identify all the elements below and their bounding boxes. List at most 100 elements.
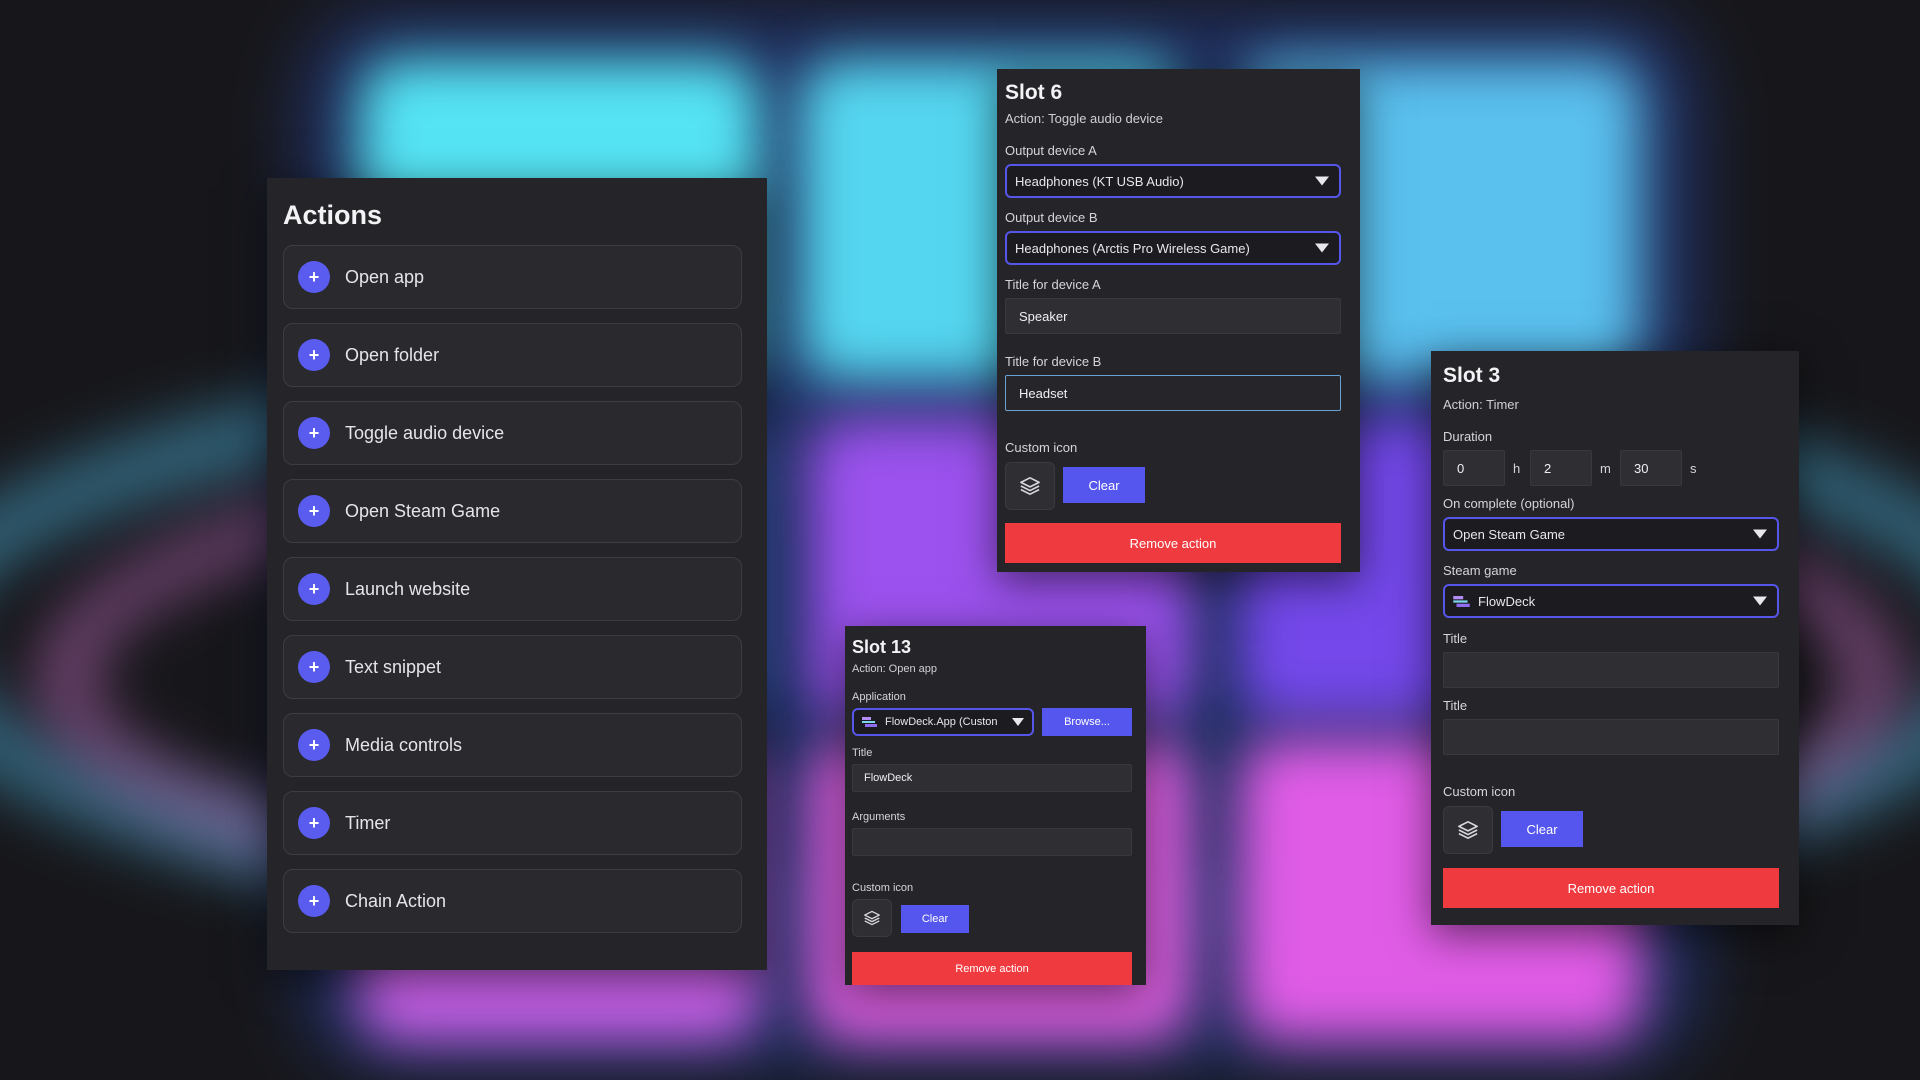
action-item[interactable]: + Toggle audio device	[283, 401, 742, 465]
slot13-action-subtitle: Action: Open app	[852, 663, 938, 675]
title-input[interactable]: FlowDeck	[852, 764, 1132, 792]
arguments-input[interactable]	[852, 828, 1132, 856]
on-complete-select[interactable]: Open Steam Game	[1443, 517, 1779, 551]
seconds-value: 30	[1634, 460, 1649, 476]
plus-icon: +	[298, 417, 330, 449]
on-complete-label: On complete (optional)	[1443, 496, 1575, 511]
slot6-action-subtitle: Action: Toggle audio device	[1005, 111, 1164, 126]
title-b-label: Title for device B	[1005, 354, 1102, 369]
remove-action-button[interactable]: Remove action	[1005, 523, 1341, 563]
slot6-panel: Slot 6 Action: Toggle audio device Outpu…	[997, 69, 1360, 572]
custom-icon-label: Custom icon	[1443, 784, 1516, 799]
output-a-select[interactable]: Headphones (KT USB Audio)	[1005, 164, 1341, 198]
actions-title: Actions	[283, 200, 383, 230]
flowdeck-logo-icon	[1453, 595, 1470, 607]
minutes-value: 2	[1544, 460, 1552, 476]
action-item-label: Open Steam Game	[345, 500, 501, 521]
hours-value: 0	[1457, 460, 1465, 476]
custom-icon-label: Custom icon	[852, 882, 914, 894]
actions-panel: Actions + Open app + Open folder + Toggle aud…	[267, 178, 767, 970]
plus-icon: +	[298, 651, 330, 683]
title-label-2: Title	[1443, 698, 1468, 713]
slot13-panel: Slot 13 Action: Open app Application Flo…	[845, 626, 1146, 985]
plus-icon: +	[298, 885, 330, 917]
actions-list: + Open app + Open folder + Toggle audio devic…	[275, 245, 759, 933]
plus-icon: +	[298, 573, 330, 605]
action-item-label: Open folder	[345, 344, 440, 365]
minutes-input[interactable]: 2	[1530, 450, 1592, 486]
flowdeck-logo-icon	[862, 717, 877, 727]
title-b-input[interactable]: Headset	[1005, 375, 1341, 411]
title-input-1[interactable]	[1443, 652, 1779, 688]
output-b-label: Output device B	[1005, 210, 1098, 225]
application-value: FlowDeck.App (Custon	[885, 716, 998, 728]
plus-icon: +	[298, 729, 330, 761]
arguments-label: Arguments	[852, 811, 906, 823]
steam-game-select[interactable]: FlowDeck	[1443, 584, 1779, 618]
slot3-action-subtitle: Action: Timer	[1443, 397, 1519, 412]
action-item[interactable]: + Open app	[283, 245, 742, 309]
clear-icon-button[interactable]: Clear	[1063, 467, 1145, 503]
output-b-select[interactable]: Headphones (Arctis Pro Wireless Game)	[1005, 231, 1341, 265]
steam-game-value: FlowDeck	[1478, 593, 1536, 609]
chevron-down-icon	[1753, 529, 1767, 539]
hours-input[interactable]: 0	[1443, 450, 1505, 486]
plus-icon: +	[298, 495, 330, 527]
action-item[interactable]: + Text snippet	[283, 635, 742, 699]
seconds-unit: s	[1690, 461, 1697, 476]
title-label-1: Title	[1443, 631, 1468, 646]
minutes-unit: m	[1600, 461, 1611, 476]
action-item[interactable]: + Open Steam Game	[283, 479, 742, 543]
title-a-input[interactable]: Speaker	[1005, 298, 1341, 334]
plus-icon: +	[298, 261, 330, 293]
action-item-label: Open app	[345, 266, 425, 287]
title-value: FlowDeck	[864, 772, 913, 784]
action-item-label: Text snippet	[345, 656, 442, 677]
slot3-panel: Slot 3 Action: Timer Duration 0 h 2 m 30…	[1431, 351, 1799, 925]
action-item[interactable]: + Chain Action	[283, 869, 742, 933]
action-item-label: Launch website	[345, 578, 471, 599]
action-item[interactable]: + Launch website	[283, 557, 742, 621]
hours-unit: h	[1513, 461, 1521, 476]
clear-icon-button[interactable]: Clear	[1501, 811, 1583, 847]
custom-icon-picker[interactable]	[852, 899, 892, 937]
plus-icon: +	[298, 339, 330, 371]
action-item-label: Media controls	[345, 734, 463, 755]
action-item-label: Toggle audio device	[345, 422, 505, 443]
title-label: Title	[852, 747, 873, 759]
remove-action-button[interactable]: Remove action	[852, 952, 1132, 985]
on-complete-value: Open Steam Game	[1453, 526, 1565, 542]
layers-icon	[1458, 821, 1478, 839]
slot3-title: Slot 3	[1443, 364, 1501, 387]
slot6-title: Slot 6	[1005, 81, 1063, 104]
title-b-value: Headset	[1019, 385, 1068, 401]
duration-label: Duration	[1443, 429, 1493, 444]
clear-icon-button[interactable]: Clear	[901, 905, 969, 933]
custom-icon-label: Custom icon	[1005, 440, 1078, 455]
chevron-down-icon	[1012, 718, 1024, 726]
action-item[interactable]: + Open folder	[283, 323, 742, 387]
remove-action-button[interactable]: Remove action	[1443, 868, 1779, 908]
application-label: Application	[852, 691, 906, 703]
title-a-label: Title for device A	[1005, 277, 1101, 292]
action-item[interactable]: + Media controls	[283, 713, 742, 777]
chevron-down-icon	[1315, 243, 1329, 253]
title-input-2[interactable]	[1443, 719, 1779, 755]
chevron-down-icon	[1753, 596, 1767, 606]
output-b-value: Headphones (Arctis Pro Wireless Game)	[1015, 240, 1250, 256]
action-item-label: Chain Action	[345, 890, 447, 911]
chevron-down-icon	[1315, 176, 1329, 186]
custom-icon-picker[interactable]	[1443, 806, 1493, 854]
application-select[interactable]: FlowDeck.App (Custon	[852, 708, 1034, 736]
action-item-label: Timer	[345, 812, 391, 833]
browse-button[interactable]: Browse...	[1042, 708, 1132, 736]
output-a-value: Headphones (KT USB Audio)	[1015, 173, 1184, 189]
title-a-value: Speaker	[1019, 308, 1068, 324]
output-a-label: Output device A	[1005, 143, 1097, 158]
steam-game-label: Steam game	[1443, 563, 1517, 578]
action-item[interactable]: + Timer	[283, 791, 742, 855]
custom-icon-picker[interactable]	[1005, 462, 1055, 510]
seconds-input[interactable]: 30	[1620, 450, 1682, 486]
slot13-title: Slot 13	[852, 637, 912, 657]
layers-icon	[864, 910, 880, 926]
